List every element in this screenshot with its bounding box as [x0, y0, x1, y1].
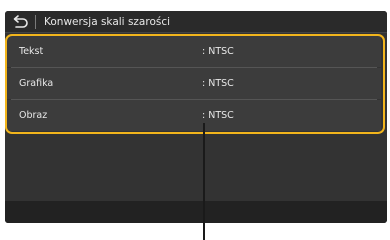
setting-row-grafika[interactable]: Grafika : NTSC — [7, 68, 381, 99]
back-arrow-icon — [13, 15, 28, 28]
setting-label: Grafika — [19, 78, 54, 89]
setting-value: : NTSC — [202, 110, 234, 121]
settings-list: Tekst : NTSC Grafika : NTSC Obraz : NTSC — [7, 36, 381, 131]
empty-area — [5, 135, 387, 201]
setting-value: : NTSC — [202, 78, 234, 89]
setting-label: Obraz — [19, 110, 48, 121]
title-separator — [35, 15, 36, 29]
callout-line — [203, 123, 205, 240]
back-button[interactable] — [9, 13, 31, 31]
setting-row-tekst[interactable]: Tekst : NTSC — [7, 36, 381, 67]
page-frame: Konwersja skali szarości Tekst : NTSC Gr… — [0, 0, 390, 240]
page-title: Konwersja skali szarości — [44, 16, 171, 28]
setting-label: Tekst — [19, 46, 44, 57]
setting-value: : NTSC — [202, 46, 234, 57]
device-screen: Konwersja skali szarości Tekst : NTSC Gr… — [5, 11, 387, 223]
title-bar: Konwersja skali szarości — [5, 11, 387, 33]
setting-row-obraz[interactable]: Obraz : NTSC — [7, 100, 381, 131]
footer-bar — [5, 201, 387, 223]
